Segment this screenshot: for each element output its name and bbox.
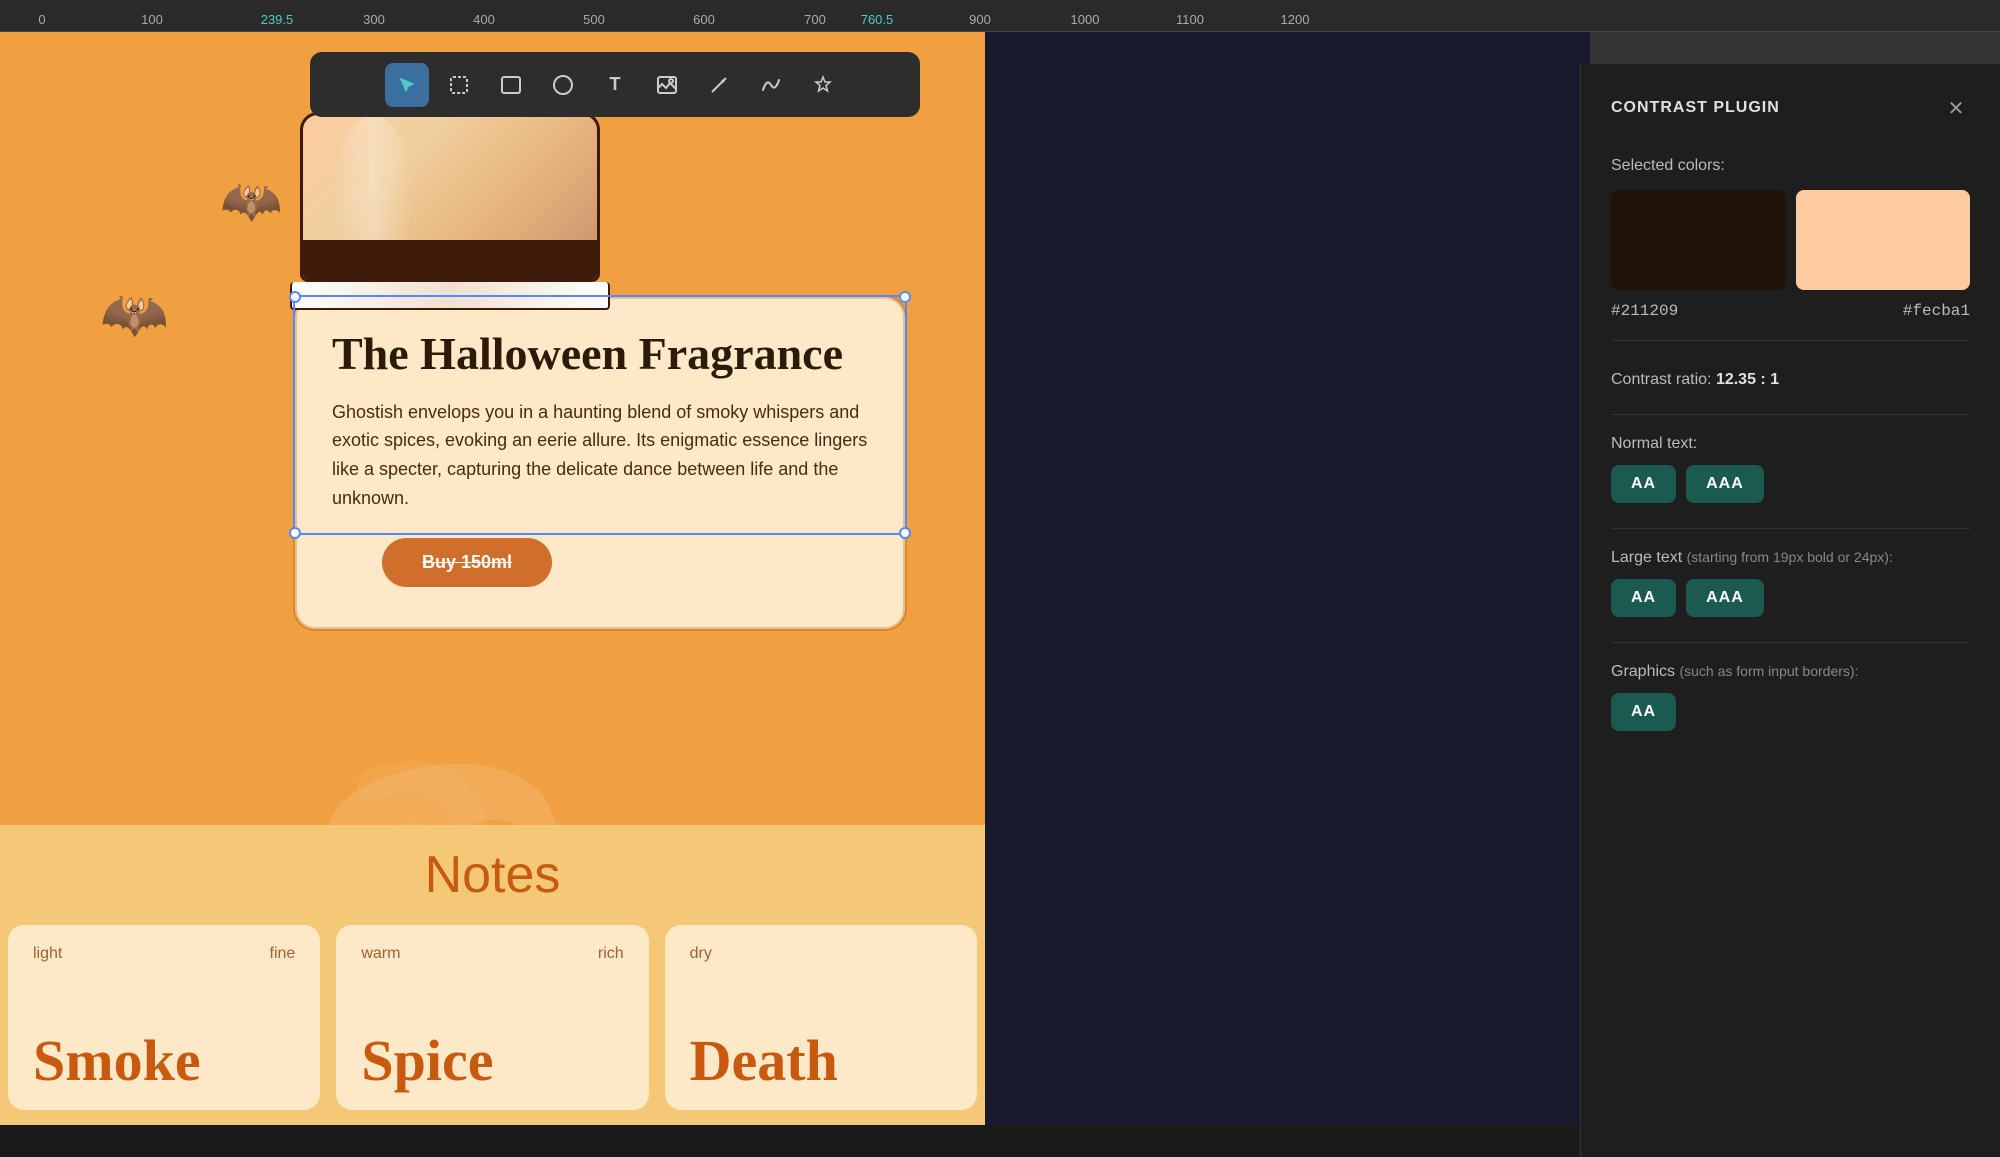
canvas-dark-area [985,32,1590,1125]
note-tags-death: dry [690,945,952,963]
tool-frame[interactable] [437,63,481,107]
contrast-panel: CONTRAST PLUGIN ✕ Selected colors: #2112… [1580,64,2000,1157]
ruler-mark-700: 700 [804,12,826,27]
note-card-death: dry Death [665,925,977,1110]
note-name-spice: Spice [361,1032,623,1090]
large-aaa-badge: AAA [1686,579,1764,617]
ruler-mark-1100: 1100 [1176,12,1204,27]
normal-text-label: Normal text: [1611,435,1970,453]
bottle-body [300,112,600,282]
panel-title: CONTRAST PLUGIN [1611,99,1780,117]
tool-select[interactable] [385,63,429,107]
ruler-mark-100: 100 [141,12,163,27]
large-text-label: Large text (starting from 19px bold or 2… [1611,549,1970,567]
ruler-mark-900: 900 [969,12,991,27]
panel-header: CONTRAST PLUGIN ✕ [1611,94,1970,122]
ruler-mark-1200: 1200 [1281,12,1310,27]
ruler-mark-400: 400 [473,12,495,27]
notes-title: Notes [425,845,561,905]
contrast-label: Contrast ratio: [1611,371,1716,388]
color-values: #211209 #fecba1 [1611,302,1970,341]
color-swatch-dark [1611,190,1786,290]
large-aa-badge: AA [1611,579,1676,617]
divider-3 [1611,642,1970,643]
design-canvas: 🦇 🦇 The Halloween Fragrance Ghostish env… [0,32,985,1125]
divider-2 [1611,528,1970,529]
ruler-mark-500: 500 [583,12,605,27]
divider-1 [1611,414,1970,415]
large-text-badges: AA AAA [1611,579,1970,617]
normal-aa-badge: AA [1611,465,1676,503]
tool-pen[interactable] [697,63,741,107]
canvas-area: 🦇 🦇 The Halloween Fragrance Ghostish env… [0,32,2000,1125]
normal-text-section: Normal text: AA AAA [1611,435,1970,503]
notes-cards: light fine Smoke warm rich Spice d [0,925,985,1110]
color-hex-light: #fecba1 [1791,302,1971,320]
note-tag-light: light [33,945,62,963]
product-card: The Halloween Fragrance Ghostish envelop… [295,297,905,629]
graphics-badges: AA [1611,693,1970,731]
large-text-section: Large text (starting from 19px bold or 2… [1611,549,1970,617]
color-swatch-light [1796,190,1971,290]
ruler-mark-239: 239.5 [261,12,294,27]
contrast-value: 12.35 : 1 [1716,371,1779,388]
normal-text-badges: AA AAA [1611,465,1970,503]
toolbar: T [310,52,920,117]
normal-aaa-badge: AAA [1686,465,1764,503]
note-name-death: Death [690,1032,952,1090]
notes-section: Notes light fine Smoke warm rich Spi [0,825,985,1125]
note-card-spice: warm rich Spice [336,925,648,1110]
large-text-note: (starting from 19px bold or 24px): [1687,549,1893,565]
note-card-smoke: light fine Smoke [8,925,320,1110]
tool-curve[interactable] [749,63,793,107]
product-title: The Halloween Fragrance [332,329,868,380]
ruler-mark-300: 300 [363,12,385,27]
tool-ellipse[interactable] [541,63,585,107]
note-tag-warm: warm [361,945,400,963]
ruler-mark-600: 600 [693,12,715,27]
ruler-mark-760: 760.5 [861,12,894,27]
tool-text[interactable]: T [593,63,637,107]
graphics-label: Graphics (such as form input borders): [1611,663,1970,681]
tool-rectangle[interactable] [489,63,533,107]
contrast-ratio-row: Contrast ratio: 12.35 : 1 [1611,371,1970,389]
ruler: 0 100 239.5 300 400 500 600 700 760.5 90… [0,0,2000,32]
tool-plugin[interactable] [801,63,845,107]
note-tags-spice: warm rich [361,945,623,963]
bat-decoration-1: 🦇 [220,172,282,231]
note-tag-fine: fine [270,945,296,963]
buy-button[interactable]: Buy 150ml [382,538,552,587]
ruler-mark-0: 0 [38,12,45,27]
close-button[interactable]: ✕ [1942,94,1970,122]
graphics-note: (such as form input borders): [1679,663,1858,679]
note-tag-rich: rich [598,945,624,963]
bat-decoration-2: 🦇 [100,282,168,347]
handle-tr[interactable] [899,291,911,303]
color-swatches [1611,190,1970,290]
graphics-label-main: Graphics [1611,663,1675,680]
product-description: Ghostish envelops you in a haunting blen… [332,398,868,513]
note-name-smoke: Smoke [33,1032,295,1090]
selected-colors-label: Selected colors: [1611,157,1970,175]
tool-image[interactable] [645,63,689,107]
note-tags-smoke: light fine [33,945,295,963]
bottle-base [290,282,610,310]
graphics-section: Graphics (such as form input borders): A… [1611,663,1970,731]
ruler-mark-1000: 1000 [1071,12,1100,27]
color-hex-dark: #211209 [1611,302,1791,320]
large-text-label-main: Large text [1611,549,1682,566]
note-tag-dry: dry [690,945,712,963]
graphics-aa-badge: AA [1611,693,1676,731]
